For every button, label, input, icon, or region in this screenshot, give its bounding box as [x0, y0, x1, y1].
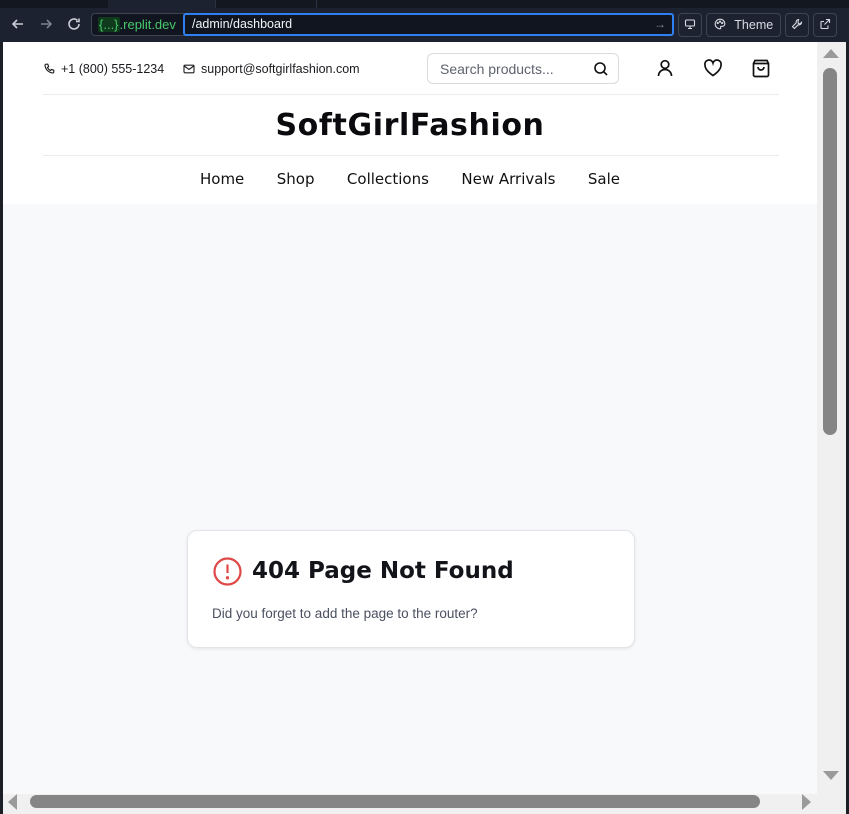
nav-item-new-arrivals[interactable]: New Arrivals — [461, 170, 555, 188]
site-logo[interactable]: SoftGirlFashion — [3, 108, 817, 143]
url-host-brace: {...} — [98, 17, 120, 32]
back-button[interactable] — [8, 14, 28, 34]
not-found-title: 404 Page Not Found — [252, 558, 514, 584]
scroll-up-arrow[interactable] — [823, 49, 839, 58]
theme-label: Theme — [734, 18, 774, 32]
browser-tab-active[interactable] — [108, 0, 216, 8]
reload-button[interactable] — [64, 14, 84, 34]
devtools-button[interactable] — [785, 13, 809, 37]
product-search[interactable] — [427, 53, 619, 84]
forward-arrow-icon — [41, 19, 53, 29]
devices-icon — [684, 19, 696, 30]
url-path-text: /admin/dashboard — [192, 17, 293, 31]
nav-item-sale[interactable]: Sale — [588, 170, 620, 188]
horizontal-scrollbar[interactable] — [3, 794, 817, 814]
nav-item-home[interactable]: Home — [200, 170, 244, 188]
contact-phone[interactable]: +1 (800) 555-1234 — [43, 61, 164, 77]
not-found-message: Did you forget to add the page to the ro… — [212, 606, 478, 621]
external-link-icon — [820, 18, 831, 30]
nav-item-collections[interactable]: Collections — [347, 170, 429, 188]
wrench-icon — [791, 18, 803, 30]
go-arrow-icon[interactable]: → — [654, 15, 666, 34]
reload-icon — [68, 18, 80, 30]
scroll-left-arrow[interactable] — [8, 794, 17, 810]
header-divider — [43, 94, 779, 95]
search-input[interactable] — [429, 55, 589, 82]
tab-strip — [0, 0, 849, 8]
url-path-input[interactable]: /admin/dashboard → — [183, 13, 674, 36]
user-icon[interactable] — [654, 57, 676, 79]
page-viewport: +1 (800) 555-1234 support@softgirlfashio… — [3, 42, 817, 794]
heart-icon[interactable] — [702, 57, 724, 79]
forward-button[interactable] — [36, 14, 56, 34]
theme-button[interactable]: Theme — [706, 13, 781, 37]
back-arrow-icon — [11, 19, 23, 29]
url-host: {...}.replit.dev — [92, 14, 184, 35]
phone-text: +1 (800) 555-1234 — [61, 62, 165, 76]
email-text: support@softgirlfashion.com — [201, 62, 360, 76]
palette-icon — [714, 18, 726, 30]
vertical-scroll-thumb[interactable] — [823, 68, 837, 435]
address-bar[interactable]: {...}.replit.dev /admin/dashboard → — [91, 13, 674, 36]
search-icon[interactable] — [593, 61, 609, 77]
not-found-card: 404 Page Not Found Did you forget to add… — [187, 530, 635, 648]
contact-email[interactable]: support@softgirlfashion.com — [183, 61, 360, 77]
phone-icon — [44, 63, 55, 74]
shopping-bag-icon[interactable] — [750, 57, 772, 79]
horizontal-scroll-thumb[interactable] — [30, 795, 760, 808]
scroll-down-arrow[interactable] — [823, 771, 839, 780]
nav-divider — [43, 155, 779, 156]
browser-tab[interactable] — [217, 0, 317, 8]
main-nav: Home Shop Collections New Arrivals Sale — [3, 170, 817, 189]
url-host-domain: .replit.dev — [119, 17, 176, 32]
devices-button[interactable] — [678, 13, 702, 37]
site-header: +1 (800) 555-1234 support@softgirlfashio… — [3, 42, 817, 204]
browser-chrome: {...}.replit.dev /admin/dashboard → Them… — [0, 0, 849, 42]
alert-circle-icon — [213, 557, 242, 586]
scrollbar-corner — [817, 794, 846, 814]
scroll-right-arrow[interactable] — [802, 794, 811, 810]
vertical-scrollbar[interactable] — [817, 42, 846, 794]
mail-icon — [183, 64, 195, 74]
open-new-tab-button[interactable] — [813, 13, 837, 37]
nav-item-shop[interactable]: Shop — [277, 170, 315, 188]
